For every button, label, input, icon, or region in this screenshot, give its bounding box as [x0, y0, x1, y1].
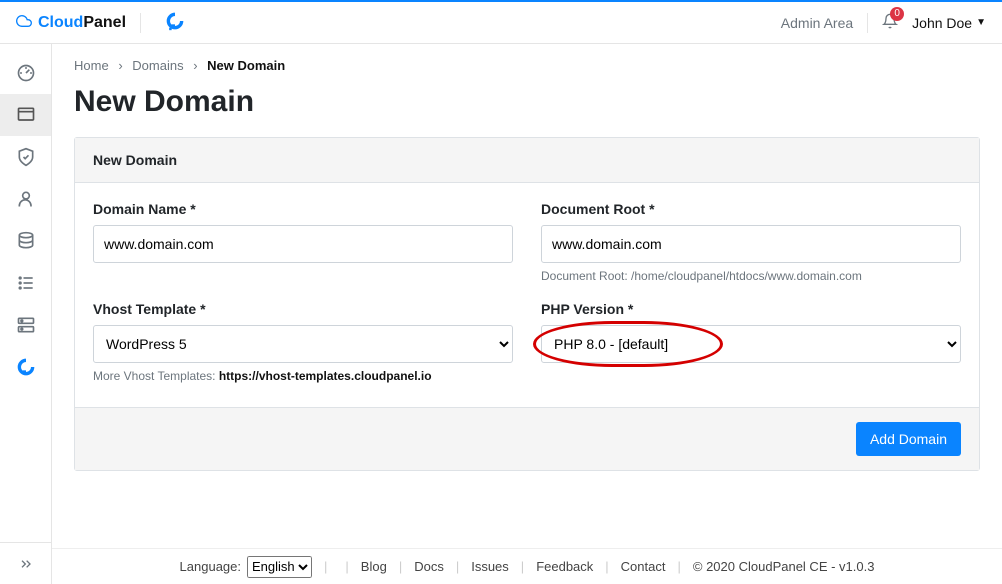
add-domain-button[interactable]: Add Domain [856, 422, 961, 456]
notifications-button[interactable]: 0 [882, 13, 898, 32]
card-header: New Domain [75, 138, 979, 183]
cloud-icon [16, 13, 32, 32]
user-name: John Doe [912, 15, 972, 31]
admin-area-link[interactable]: Admin Area [781, 15, 853, 31]
footer-link-issues[interactable]: Issues [471, 559, 509, 574]
footer-link-contact[interactable]: Contact [621, 559, 666, 574]
document-root-help: Document Root: /home/cloudpanel/htdocs/w… [541, 269, 961, 283]
php-version-select[interactable]: PHP 8.0 - [default] [541, 325, 961, 363]
sidebar-item-users[interactable] [0, 178, 51, 220]
language-label: Language: [180, 559, 241, 574]
digitalocean-icon [165, 11, 185, 34]
php-version-label: PHP Version * [541, 301, 961, 317]
sidebar-item-databases[interactable] [0, 220, 51, 262]
sidebar-item-security[interactable] [0, 136, 51, 178]
page-title: New Domain [74, 85, 980, 119]
domain-name-input[interactable] [93, 225, 513, 263]
vhost-template-select[interactable]: WordPress 5 [93, 325, 513, 363]
divider [140, 13, 141, 33]
footer-link-blog[interactable]: Blog [361, 559, 387, 574]
document-root-label: Document Root * [541, 201, 961, 217]
vhost-template-label: Vhost Template * [93, 301, 513, 317]
chevron-right-icon: › [193, 58, 197, 73]
sidebar-item-cron[interactable] [0, 262, 51, 304]
brand-text-cloud: Cloud [38, 14, 83, 31]
breadcrumb: Home › Domains › New Domain [74, 58, 980, 73]
new-domain-card: New Domain Domain Name * Document Root *… [74, 137, 980, 471]
brand-text-panel: Panel [83, 14, 126, 31]
vhost-templates-link[interactable]: https://vhost-templates.cloudpanel.io [219, 369, 432, 383]
vhost-help: More Vhost Templates: https://vhost-temp… [93, 369, 513, 383]
sidebar-item-domains[interactable] [0, 94, 51, 136]
footer-link-feedback[interactable]: Feedback [536, 559, 593, 574]
sidebar-item-services[interactable] [0, 304, 51, 346]
language-select[interactable]: English [247, 556, 312, 578]
footer-copyright: © 2020 CloudPanel CE - v1.0.3 [693, 559, 875, 574]
sidebar-item-dashboard[interactable] [0, 52, 51, 94]
document-root-input[interactable] [541, 225, 961, 263]
notifications-badge: 0 [890, 7, 904, 21]
brand-logo[interactable]: CloudPanel [16, 11, 185, 34]
caret-down-icon: ▼ [976, 17, 986, 28]
chevron-right-icon: › [118, 58, 122, 73]
breadcrumb-domains[interactable]: Domains [132, 58, 183, 73]
breadcrumb-current: New Domain [207, 58, 285, 73]
footer-link-docs[interactable]: Docs [414, 559, 444, 574]
breadcrumb-home[interactable]: Home [74, 58, 109, 73]
user-menu[interactable]: John Doe ▼ [912, 15, 986, 31]
divider [867, 13, 868, 33]
sidebar-expand-button[interactable] [0, 542, 51, 584]
sidebar-item-cloud[interactable] [0, 346, 51, 388]
domain-name-label: Domain Name * [93, 201, 513, 217]
footer: Language: English || Blog| Docs| Issues|… [52, 548, 1002, 584]
